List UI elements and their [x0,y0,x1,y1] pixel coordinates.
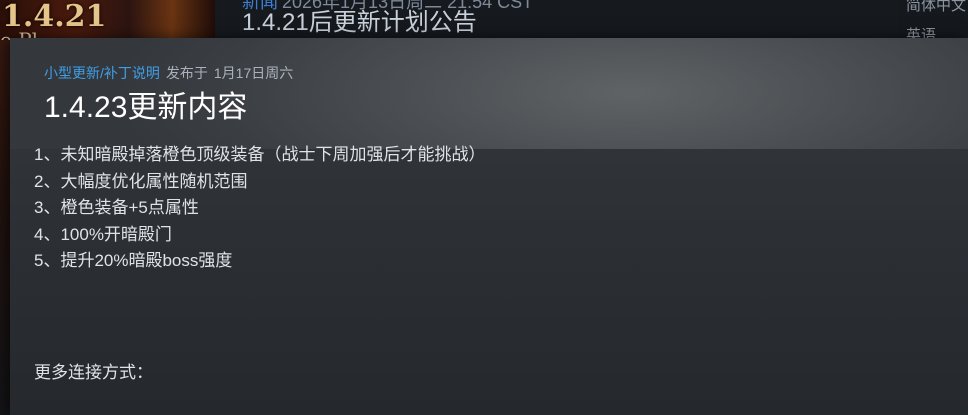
post-meta: 小型更新/补丁说明 发布于 1月17日周六 [44,64,293,82]
background-announcement-title[interactable]: 1.4.21后更新计划公告 [242,8,477,38]
background-thumbnail-edge [0,40,10,415]
page: 1.4.21 e Pl 新闻 2026年1月13日周二 21:54 CST 1.4… [0,0,968,415]
list-item: 5、提升20%暗殿boss强度 [34,251,233,270]
list-item: 2、大幅度优化属性随机范围 [34,171,248,191]
list-item: 4、100%开暗殿门 [34,224,172,244]
announcement-thumbnail[interactable]: 1.4.21 e Pl [0,0,215,40]
list-item: 3、橙色装备+5点属性 [34,198,199,217]
list-item: 1、未知暗殿掉落橙色顶级装备（战士下周加强后才能挑战） [34,145,486,164]
more-contact-heading: 更多连接方式： [34,363,153,382]
post-date: 1月17日周六 [213,65,294,81]
posted-label: 发布于 [165,65,208,81]
page-title: 1.4.23更新内容 [44,91,248,124]
category-link[interactable]: 小型更新/补丁说明 [44,65,160,81]
modal-header: 小型更新/补丁说明 发布于 1月17日周六 1.4.23更新内容 [10,38,968,149]
language-option-simplified-chinese[interactable]: 简体中文 [906,0,966,15]
patch-notes-list: 1、未知暗殿掉落橙色顶级装备（战士下周加强后才能挑战） 2、大幅度优化属性随机范… [34,142,485,275]
